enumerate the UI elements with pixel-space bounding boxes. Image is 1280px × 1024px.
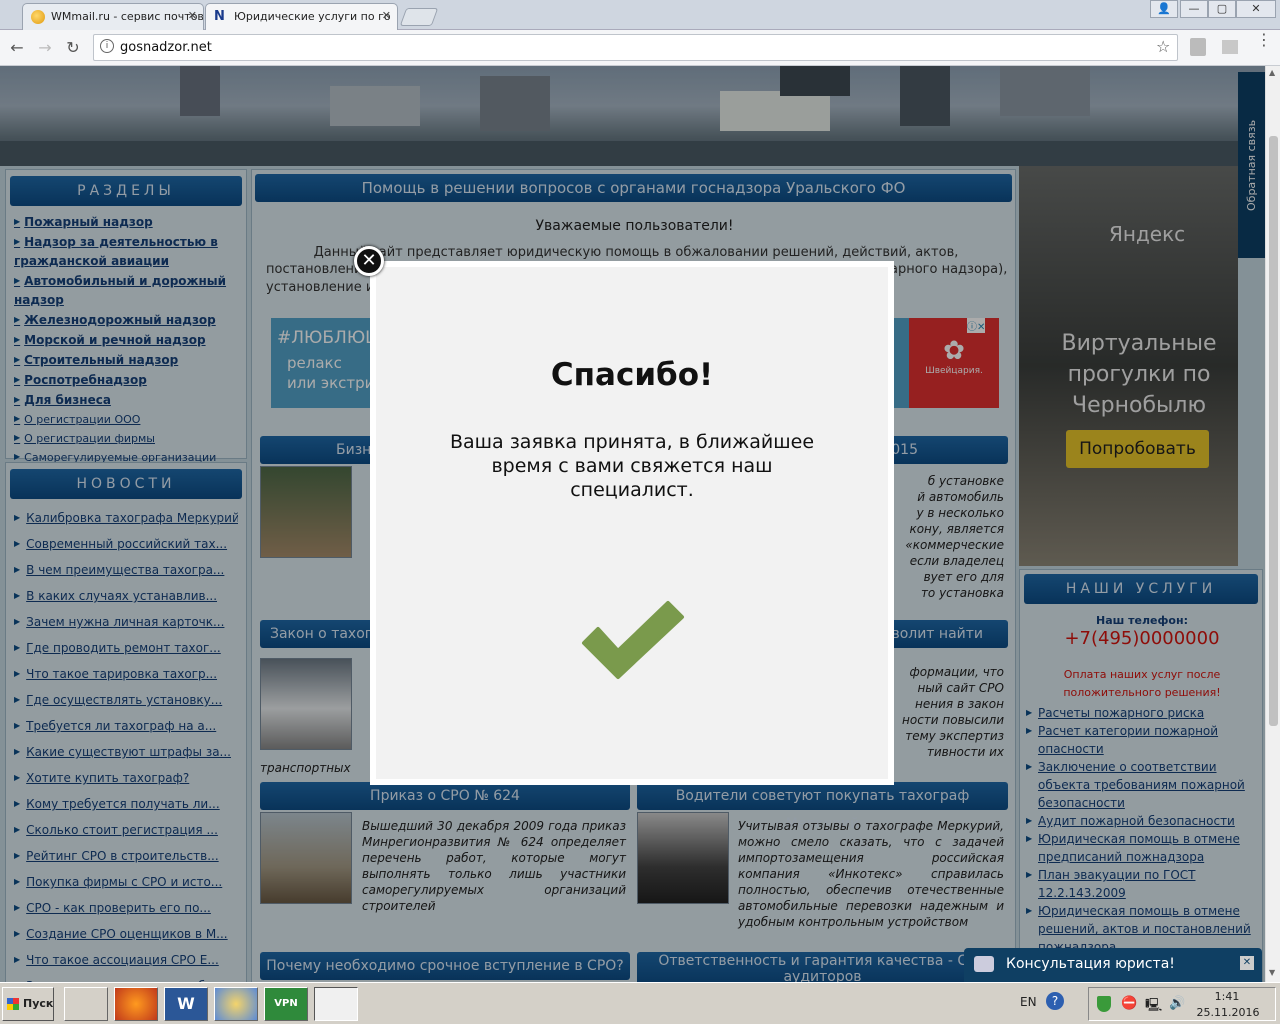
start-label: Пуск	[23, 997, 54, 1010]
close-tab-icon[interactable]: ✕	[382, 9, 391, 22]
page-scrollbar[interactable]: ▲ ▼	[1265, 66, 1280, 982]
tab-label: Юридические услуги по го	[234, 10, 391, 23]
extension-icon[interactable]	[1222, 40, 1238, 54]
back-icon[interactable]: ←	[5, 36, 29, 60]
reload-icon[interactable]: ↻	[61, 36, 85, 60]
gosnadzor-favicon-icon: N	[214, 9, 225, 24]
vpn-icon[interactable]: VPN	[264, 987, 308, 1021]
display-icon[interactable]: 🖳	[1145, 996, 1162, 1018]
word-icon[interactable]: W	[164, 987, 208, 1021]
extension-icon[interactable]	[1190, 38, 1206, 56]
system-tray: ⛔ 🖳 🔊 1:41 25.11.2016	[1088, 987, 1276, 1021]
shield-icon[interactable]	[1097, 996, 1111, 1012]
minimize-button[interactable]: —	[1180, 0, 1208, 18]
network-icon[interactable]: ⛔	[1121, 996, 1137, 1011]
tab-gosnadzor[interactable]: N Юридические услуги по го ✕	[205, 3, 398, 30]
firefox-icon[interactable]	[114, 987, 158, 1021]
language-indicator[interactable]: EN	[1020, 995, 1037, 1009]
modal-close-button[interactable]: ✕	[354, 246, 384, 276]
scroll-down-icon[interactable]: ▼	[1269, 968, 1275, 977]
windows-logo-icon	[7, 998, 19, 1010]
checkmark-icon	[582, 601, 684, 679]
volume-icon[interactable]: 🔊	[1169, 996, 1185, 1011]
modal-message: Ваша заявка принята, в ближайшее время с…	[449, 431, 815, 501]
scrollbar-thumb[interactable]	[1269, 136, 1278, 726]
browser-tab-bar: WMmail.ru - сервис почтов ✕ N Юридически…	[0, 0, 1280, 30]
thank-you-modal: Спасибо! Ваша заявка принята, в ближайше…	[370, 261, 894, 785]
tab-wmmail[interactable]: WMmail.ru - сервис почтов ✕	[22, 3, 204, 30]
browser-toolbar: ← → ↻ i ☆ ⋮	[0, 30, 1280, 66]
scroll-up-icon[interactable]: ▲	[1269, 68, 1275, 77]
lawyer-chat-widget[interactable]: Консультация юриста! ✕	[964, 948, 1262, 982]
new-tab-button[interactable]	[399, 8, 439, 26]
clock-time[interactable]: 1:41	[1197, 990, 1257, 1003]
chat-bubble-icon	[974, 956, 994, 972]
close-window-button[interactable]: ✕	[1236, 0, 1276, 18]
blank-document-icon[interactable]	[314, 987, 358, 1021]
menu-icon[interactable]: ⋮	[1256, 32, 1272, 48]
address-bar[interactable]: i ☆	[93, 34, 1178, 61]
close-tab-icon[interactable]: ✕	[188, 9, 197, 22]
url-input[interactable]	[120, 38, 1120, 57]
info-icon[interactable]: i	[100, 39, 114, 53]
windows-taskbar: Пуск W VPN EN ? ⛔ 🖳 🔊 1:41 25.11.2016	[0, 982, 1280, 1024]
user-profile-icon[interactable]: 👤	[1150, 0, 1178, 18]
wmmail-favicon-icon	[31, 10, 45, 24]
help-icon[interactable]: ?	[1046, 992, 1064, 1010]
tab-label: WMmail.ru - сервис почтов	[51, 10, 204, 23]
bookmark-star-icon[interactable]: ☆	[1156, 37, 1170, 56]
start-button[interactable]: Пуск	[2, 987, 54, 1021]
chat-label: Консультация юриста!	[1006, 956, 1175, 972]
blank-document-icon[interactable]	[64, 987, 108, 1021]
paint-icon[interactable]	[214, 987, 258, 1021]
clock-date[interactable]: 25.11.2016	[1193, 1006, 1263, 1019]
forward-icon[interactable]: →	[33, 36, 57, 60]
maximize-button[interactable]: ▢	[1208, 0, 1236, 18]
modal-title: Спасибо!	[550, 357, 714, 393]
chat-close-button[interactable]: ✕	[1240, 956, 1254, 970]
